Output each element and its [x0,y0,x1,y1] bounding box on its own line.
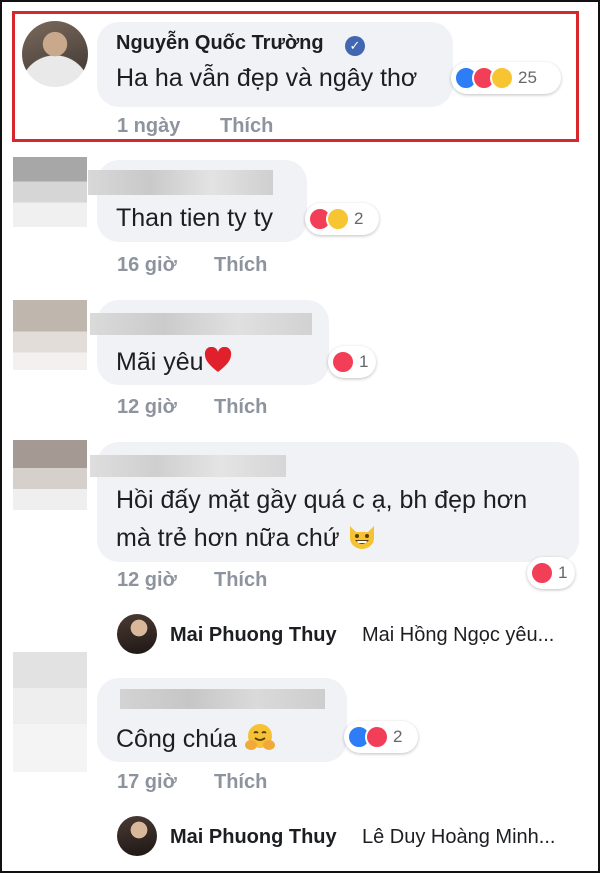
blurred-author [120,689,325,709]
avatar[interactable] [13,652,87,772]
reaction-count: 2 [354,209,364,228]
comment-text-line-2: mà trẻ hơn nữa chứ [116,522,377,557]
comment-author[interactable]: Nguyễn Quốc Trường [116,32,324,55]
love-reaction-icon [530,561,554,585]
avatar[interactable] [13,440,87,510]
like-button[interactable]: Thích [214,254,267,277]
reply-preview-text[interactable]: Mai Hồng Ngọc yêu... [362,624,554,647]
like-button[interactable]: Thích [220,115,273,138]
reactions-summary[interactable]: 1 [328,346,376,378]
reply-avatar[interactable] [117,614,157,654]
reply-avatar[interactable] [117,816,157,856]
comment-text: Mãi yêu [116,346,232,380]
comment-text-label: Công chúa [116,725,237,754]
avatar[interactable] [13,157,87,227]
like-button[interactable]: Thích [214,771,267,794]
comment-text: Ha ha vẫn đẹp và ngây thơ [116,64,418,92]
comment-time[interactable]: 16 giờ [117,254,177,277]
like-button[interactable]: Thích [214,396,267,419]
blurred-author [88,170,273,195]
reaction-count: 1 [558,563,568,582]
blurred-author [90,455,286,477]
grinning-cat-icon [347,522,377,557]
like-button[interactable]: Thích [214,569,267,592]
reactions-summary[interactable]: 2 [344,721,418,753]
reply-preview-text[interactable]: Lê Duy Hoàng Minh... [362,826,555,849]
comment-time[interactable]: 1 ngày [117,115,180,138]
reply-author[interactable]: Mai Phuong Thuy [170,624,337,647]
avatar[interactable] [13,300,87,370]
comment-time[interactable]: 17 giờ [117,771,177,794]
red-heart-icon [204,346,232,380]
reaction-count: 1 [359,352,369,371]
reactions-summary[interactable]: 2 [305,203,379,235]
blurred-author [90,313,312,335]
reaction-count: 25 [518,68,537,87]
haha-reaction-icon [490,66,514,90]
comment-text-label: Mãi yêu [116,348,204,377]
love-reaction-icon [331,350,355,374]
reaction-count: 2 [393,727,403,746]
comment-time[interactable]: 12 giờ [117,569,177,592]
verified-badge-icon: ✓ [345,36,365,56]
comment-time[interactable]: 12 giờ [117,396,177,419]
haha-reaction-icon [326,207,350,231]
reactions-summary[interactable]: 1 [527,557,575,589]
reactions-summary[interactable]: 25 [451,62,561,94]
comment-text: Than tien ty ty [116,204,274,232]
comment-text-label: mà trẻ hơn nữa chứ [116,524,340,553]
hugging-face-icon [244,722,276,759]
reply-author[interactable]: Mai Phuong Thuy [170,826,337,849]
love-reaction-icon [365,725,389,749]
avatar[interactable] [22,21,88,87]
comment-text-line-1: Hồi đấy mặt gầy quá c ạ, bh đẹp hơn [116,486,528,514]
comment-text: Công chúa [116,722,276,759]
